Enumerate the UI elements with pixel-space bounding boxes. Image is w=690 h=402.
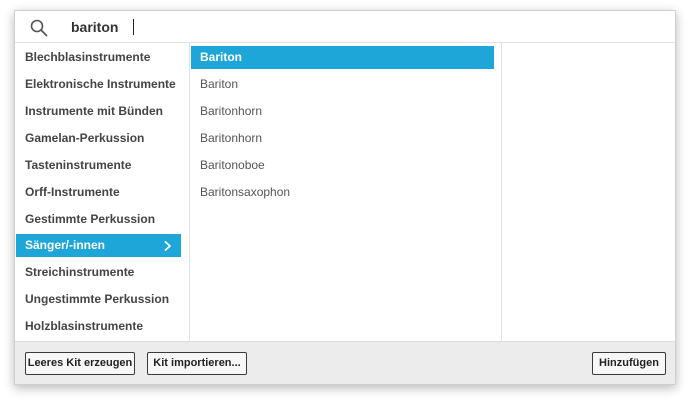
category-item-ungestimmte-perkussion[interactable]: Ungestimmte Perkussion (16, 288, 181, 311)
category-label: Tasteninstrumente (25, 158, 132, 172)
category-item-instrumente-mit-buenden[interactable]: Instrumente mit Bünden (16, 100, 181, 123)
search-bar (15, 11, 675, 43)
category-label: Orff-Instrumente (25, 185, 120, 199)
category-item-holzblasinstrumente[interactable]: Holzblasinstrumente (16, 315, 181, 338)
category-item-gestimmte-perkussion[interactable]: Gestimmte Perkussion (16, 208, 181, 231)
category-label: Gestimmte Perkussion (25, 212, 156, 226)
category-item-blechblasinstrumente[interactable]: Blechblasinstrumente (16, 46, 181, 69)
category-label: Elektronische Instrumente (25, 77, 176, 91)
instrument-label: Bariton (200, 77, 239, 91)
detail-panel (502, 43, 675, 341)
category-item-orff-instrumente[interactable]: Orff-Instrumente (16, 181, 181, 204)
import-kit-button[interactable]: Kit importieren... (147, 352, 247, 375)
category-label: Ungestimmte Perkussion (25, 292, 170, 306)
category-list: Blechblasinstrumente Elektronische Instr… (15, 43, 190, 341)
chevron-right-icon (163, 238, 173, 252)
search-input[interactable] (71, 16, 631, 38)
text-caret (133, 19, 134, 35)
search-icon (30, 19, 48, 37)
category-item-elektronische-instrumente[interactable]: Elektronische Instrumente (16, 73, 181, 96)
instrument-item[interactable]: Bariton (191, 73, 494, 96)
instrument-label: Baritonsaxophon (200, 185, 291, 199)
instrument-item[interactable]: Baritonsaxophon (191, 181, 494, 204)
instrument-label: Baritonoboe (200, 158, 265, 172)
category-label: Instrumente mit Bünden (25, 104, 164, 118)
instrument-label: Baritonhorn (200, 104, 263, 118)
instrument-item[interactable]: Baritonhorn (191, 127, 494, 150)
instrument-item[interactable]: Baritonoboe (191, 154, 494, 177)
add-button[interactable]: Hinzufügen (592, 352, 666, 375)
category-item-saenger-innen[interactable]: Sänger/-innen (16, 234, 181, 257)
category-label: Gamelan-Perkussion (25, 131, 145, 145)
category-label: Sänger/-innen (25, 238, 106, 252)
category-item-gamelan-perkussion[interactable]: Gamelan-Perkussion (16, 127, 181, 150)
category-item-tasteninstrumente[interactable]: Tasteninstrumente (16, 154, 181, 177)
instrument-item[interactable]: Baritonhorn (191, 100, 494, 123)
add-instrument-dialog: Blechblasinstrumente Elektronische Instr… (14, 10, 676, 385)
dialog-footer: Leeres Kit erzeugen Kit importieren... H… (15, 341, 675, 384)
create-empty-kit-button[interactable]: Leeres Kit erzeugen (25, 352, 135, 375)
instrument-label: Baritonhorn (200, 131, 263, 145)
category-label: Holzblasinstrumente (25, 319, 144, 333)
instrument-list: Bariton Bariton Baritonhorn Baritonhorn … (190, 43, 502, 341)
category-label: Blechblasinstrumente (25, 50, 151, 64)
category-item-streichinstrumente[interactable]: Streichinstrumente (16, 261, 181, 284)
category-label: Streichinstrumente (25, 265, 135, 279)
instrument-item[interactable]: Bariton (191, 46, 494, 69)
instrument-label: Bariton (200, 50, 242, 64)
